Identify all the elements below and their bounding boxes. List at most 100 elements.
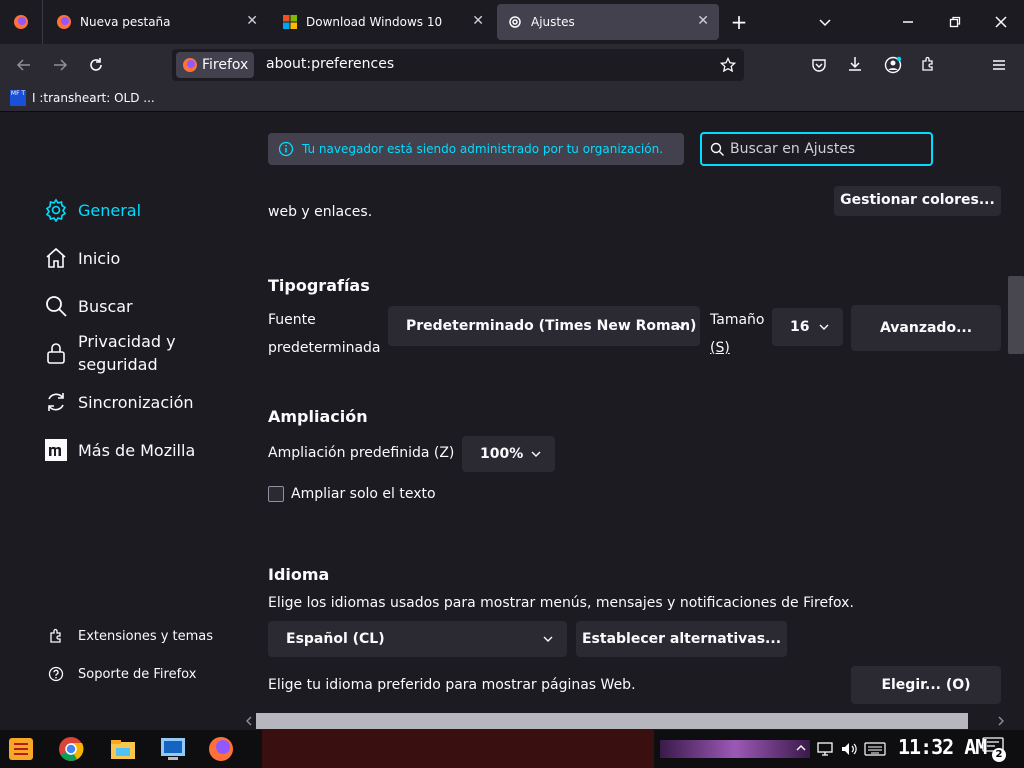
list-all-tabs-button[interactable] bbox=[802, 0, 848, 44]
new-tab-button[interactable]: + bbox=[716, 0, 762, 44]
search-settings[interactable] bbox=[700, 132, 933, 166]
arrow-right-icon bbox=[54, 59, 68, 71]
close-tab-icon[interactable]: ✕ bbox=[697, 13, 709, 29]
chevron-left-icon[interactable] bbox=[244, 716, 254, 726]
preferences-page: General Inicio Buscar Privacidad y seguri… bbox=[0, 112, 1024, 730]
bookmark-star-icon[interactable] bbox=[720, 57, 736, 73]
firefox-icon bbox=[14, 15, 28, 29]
set-alternatives-button[interactable]: Establecer alternativas... bbox=[576, 621, 787, 657]
bookmark-label: I :transheart: OLD ... bbox=[32, 91, 155, 105]
file-explorer-icon[interactable] bbox=[108, 734, 138, 764]
sidebar-item-label-line1: Privacidad y bbox=[78, 332, 176, 351]
close-icon bbox=[995, 16, 1007, 28]
minimize-button[interactable] bbox=[885, 0, 931, 44]
font-size-label-line2: (S) bbox=[710, 340, 730, 356]
tab-strip: Nueva pestaña ✕ Download Windows 10 ✕ Aj… bbox=[0, 0, 1024, 44]
taskbar-decoration bbox=[660, 740, 810, 758]
pocket-icon[interactable] bbox=[811, 57, 827, 73]
manage-colors-button[interactable]: Gestionar colores... bbox=[834, 186, 1001, 216]
taskbar: 11:32 AM 2 bbox=[0, 730, 1024, 768]
policy-notice[interactable]: Tu navegador está siendo administrado po… bbox=[268, 133, 684, 165]
search-icon bbox=[710, 142, 724, 156]
sidebar-item-home[interactable]: Inicio bbox=[44, 246, 120, 270]
sidebar-item-label: Buscar bbox=[78, 296, 133, 316]
keyboard-icon[interactable] bbox=[864, 740, 886, 758]
language-value: Español (CL) bbox=[286, 631, 385, 647]
sidebar-item-extensions[interactable]: Extensiones y temas bbox=[48, 628, 213, 644]
bookmark-item[interactable]: MF T I :transheart: OLD ... bbox=[10, 90, 155, 106]
identity-box[interactable]: Firefox bbox=[176, 52, 255, 78]
sidebar-item-label: Más de Mozilla bbox=[78, 440, 196, 460]
help-icon bbox=[48, 666, 64, 682]
tab-new-tab[interactable]: Nueva pestaña ✕ bbox=[46, 4, 268, 40]
close-tab-icon[interactable]: ✕ bbox=[472, 13, 484, 29]
choose-language-button[interactable]: Elegir... (O) bbox=[851, 666, 1001, 704]
firefox-view-button[interactable] bbox=[2, 4, 40, 40]
chevron-right-icon[interactable] bbox=[996, 716, 1006, 726]
chevron-down-icon bbox=[531, 451, 541, 457]
menu-icon[interactable] bbox=[991, 57, 1007, 73]
app-icon[interactable] bbox=[158, 734, 188, 764]
chrome-icon[interactable] bbox=[56, 734, 86, 764]
arrow-left-icon bbox=[16, 59, 30, 71]
sidebar-item-more-mozilla[interactable]: Más de Mozilla bbox=[44, 438, 195, 462]
taskbar-window-preview[interactable] bbox=[262, 730, 654, 768]
zoom-heading: Ampliación bbox=[268, 407, 368, 426]
default-font-select[interactable]: Predeterminado (Times New Roman) bbox=[388, 306, 700, 346]
back-button[interactable] bbox=[10, 52, 38, 78]
gear-icon bbox=[509, 16, 521, 28]
firefox-icon bbox=[183, 58, 197, 72]
extensions-icon[interactable] bbox=[920, 56, 936, 72]
bookmark-favicon: MF T bbox=[10, 90, 26, 106]
navigation-toolbar: Firefox about:preferences bbox=[0, 44, 1024, 86]
gear-icon bbox=[45, 198, 67, 222]
zoom-text-only-checkbox[interactable] bbox=[268, 486, 284, 502]
sidebar-item-label: Inicio bbox=[78, 248, 121, 268]
horizontal-scrollbar[interactable] bbox=[0, 712, 1024, 730]
close-tab-icon[interactable]: ✕ bbox=[246, 13, 258, 29]
chevron-up-icon[interactable] bbox=[795, 742, 807, 754]
taskbar-clock[interactable]: 11:32 AM bbox=[898, 735, 987, 759]
lock-icon bbox=[47, 343, 65, 364]
url-text[interactable]: about:preferences bbox=[266, 56, 394, 72]
default-font-label: Fuente predeterminada bbox=[268, 306, 381, 362]
default-zoom-select[interactable]: 100% bbox=[462, 436, 555, 472]
section-tail-text: web y enlaces. bbox=[268, 204, 373, 220]
chevron-down-icon bbox=[543, 636, 553, 642]
default-zoom-label: Ampliación predefinida (Z) bbox=[268, 445, 455, 461]
url-bar[interactable]: Firefox about:preferences bbox=[172, 49, 744, 81]
firefox-icon[interactable] bbox=[206, 734, 236, 764]
reload-button[interactable] bbox=[82, 52, 110, 78]
tab-settings[interactable]: Ajustes ✕ bbox=[497, 4, 719, 40]
tab-download-windows[interactable]: Download Windows 10 ✕ bbox=[272, 4, 494, 40]
start-button-icon[interactable] bbox=[6, 734, 36, 764]
forward-button[interactable] bbox=[46, 52, 74, 78]
chevron-down-icon bbox=[819, 19, 831, 27]
sidebar-item-search[interactable]: Buscar bbox=[44, 294, 133, 318]
font-size-label-line1: Tamaño bbox=[710, 312, 765, 328]
language-select[interactable]: Español (CL) bbox=[268, 621, 567, 657]
horizontal-scrollbar-thumb[interactable] bbox=[256, 713, 968, 729]
sidebar-item-general[interactable]: General bbox=[44, 198, 141, 222]
language-heading: Idioma bbox=[268, 565, 330, 584]
windows-icon bbox=[283, 15, 297, 29]
advanced-fonts-button[interactable]: Avanzado... bbox=[851, 305, 1001, 351]
sidebar-item-privacy[interactable]: Privacidad y seguridad bbox=[44, 330, 176, 376]
notifications-button[interactable]: 2 bbox=[982, 736, 1008, 762]
search-input[interactable] bbox=[730, 141, 920, 157]
restore-button[interactable] bbox=[932, 0, 978, 44]
firefox-icon bbox=[57, 15, 71, 29]
font-size-select[interactable]: 16 bbox=[772, 308, 843, 346]
sidebar-item-sync[interactable]: Sincronización bbox=[44, 390, 194, 414]
close-window-button[interactable] bbox=[978, 0, 1024, 44]
tab-title: Download Windows 10 bbox=[306, 15, 443, 29]
policy-notice-text: Tu navegador está siendo administrado po… bbox=[302, 142, 664, 156]
sidebar-item-support[interactable]: Soporte de Firefox bbox=[48, 666, 196, 682]
mozilla-icon bbox=[45, 439, 67, 461]
account-icon[interactable] bbox=[884, 56, 902, 74]
volume-icon[interactable] bbox=[840, 740, 858, 758]
download-icon[interactable] bbox=[847, 56, 863, 72]
network-icon[interactable] bbox=[816, 740, 834, 758]
vertical-scrollbar-thumb[interactable] bbox=[1008, 276, 1024, 354]
fonts-heading: Tipografías bbox=[268, 276, 370, 295]
